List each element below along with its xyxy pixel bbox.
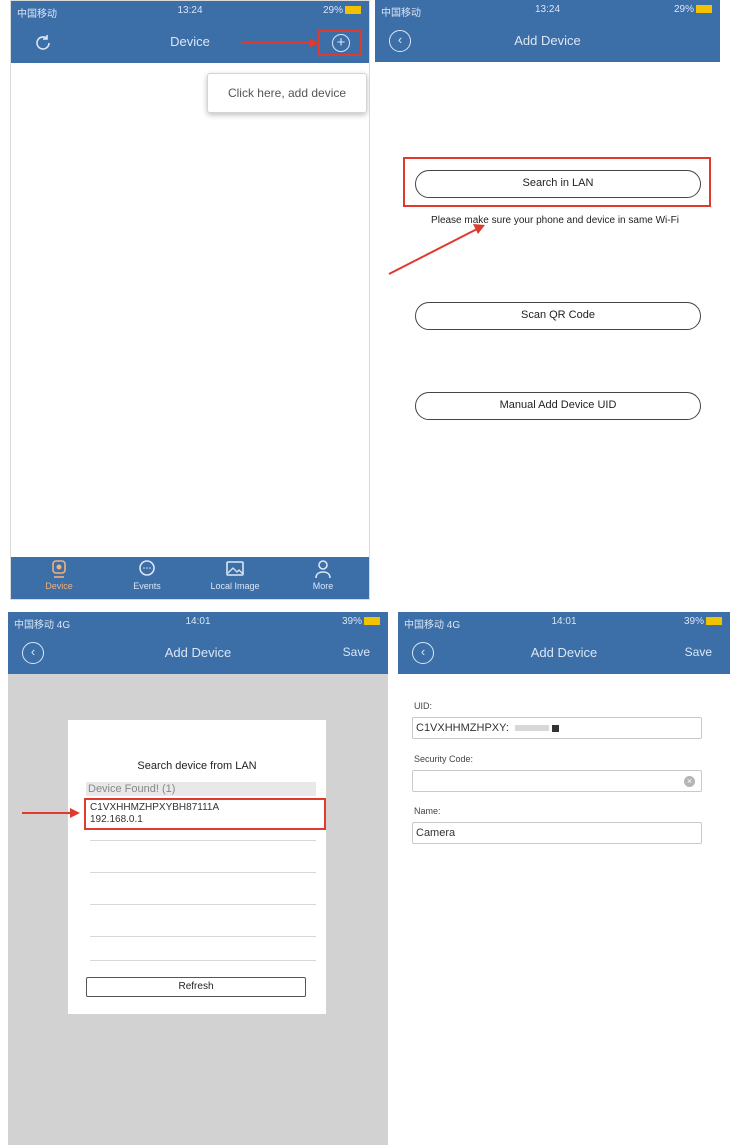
uid-value: C1VXHHMZHPXY: (416, 722, 509, 734)
add-device-highlight[interactable]: + (318, 30, 362, 56)
found-header: Device Found! (1) (86, 782, 316, 796)
battery-percent: 39% (683, 616, 704, 627)
security-code-field[interactable]: × (412, 770, 702, 792)
status-bar: 中国移动 4G 14:01 39% (8, 612, 388, 632)
lan-search-screen: 中国移动 4G 14:01 39% ‹ Add Device Save Sear… (8, 612, 388, 1145)
message-icon (139, 560, 155, 576)
list-divider (90, 840, 316, 841)
person-icon (315, 560, 331, 579)
manual-uid-button[interactable]: Manual Add Device UID (415, 392, 701, 420)
redacted-mark (551, 724, 559, 732)
nav-bar: ‹ Add Device (375, 20, 720, 62)
tab-more[interactable]: More (283, 559, 363, 591)
page-title: Add Device (514, 33, 581, 48)
battery-percent: 39% (341, 616, 362, 627)
battery-icon (345, 6, 361, 14)
tab-events[interactable]: Events (107, 559, 187, 591)
battery-icon (364, 617, 380, 625)
battery-indicator: 39% (684, 616, 722, 627)
clock-label: 13:24 (177, 5, 203, 16)
page-title: Add Device (164, 645, 232, 660)
clock-label: 13:24 (534, 4, 561, 15)
list-divider (90, 936, 316, 937)
tab-local-image[interactable]: Local Image (195, 559, 275, 591)
battery-percent: 29% (673, 4, 694, 15)
redacted-mark (514, 725, 549, 732)
image-icon (226, 561, 244, 576)
status-bar: 中国移动 13:24 29% (375, 0, 720, 20)
add-device-options-screen: 中国移动 13:24 29% ‹ Add Device Search in LA… (375, 0, 720, 585)
device-list-screen: 中国移动 13:24 29% Device + Click here, add … (10, 0, 370, 600)
search-lan-button[interactable]: Search in LAN (415, 170, 701, 198)
name-field[interactable]: Camera (412, 822, 702, 844)
add-icon[interactable]: + (332, 34, 350, 52)
battery-percent: 29% (322, 5, 343, 16)
nav-bar: ‹ Add Device Save (398, 632, 730, 674)
device-uid: C1VXHHMZHPXYBH87111A (90, 802, 220, 813)
tab-events-label: Events (133, 581, 161, 591)
tab-device[interactable]: Device (19, 559, 99, 591)
uid-field[interactable]: C1VXHHMZHPXY: (412, 717, 702, 739)
nav-bar: ‹ Add Device Save (8, 632, 388, 674)
tab-local-image-label: Local Image (210, 581, 260, 591)
save-button[interactable]: Save (343, 645, 370, 659)
battery-indicator: 29% (323, 5, 361, 16)
battery-indicator: 39% (342, 616, 380, 627)
tab-device-label: Device (45, 581, 73, 591)
security-code-label: Security Code: (414, 754, 474, 764)
red-arrow-icon (22, 808, 80, 818)
dialog-title: Search device from LAN (137, 760, 257, 772)
list-divider (90, 960, 316, 961)
status-bar: 中国移动 4G 14:01 39% (398, 612, 730, 632)
camera-icon (52, 560, 66, 578)
list-divider (90, 904, 316, 905)
battery-icon (706, 617, 722, 625)
name-label: Name: (414, 806, 441, 816)
page-title: Add Device (530, 645, 598, 660)
uid-label: UID: (414, 701, 432, 711)
battery-icon (696, 5, 712, 13)
tab-more-label: More (312, 581, 334, 591)
red-arrow-icon (388, 224, 485, 275)
battery-indicator: 29% (674, 4, 712, 15)
refresh-button[interactable]: Refresh (86, 977, 306, 997)
device-ip: 192.168.0.1 (90, 814, 143, 825)
lan-search-dialog: Search device from LAN Device Found! (1)… (68, 720, 326, 1014)
clock-label: 14:01 (551, 616, 577, 627)
add-device-tooltip: Click here, add device (207, 73, 367, 113)
clock-label: 14:01 (185, 616, 211, 627)
clear-icon[interactable]: × (684, 776, 695, 787)
device-form-screen: 中国移动 4G 14:01 39% ‹ Add Device Save UID:… (398, 612, 730, 1145)
save-button[interactable]: Save (685, 645, 712, 659)
scan-qr-button[interactable]: Scan QR Code (415, 302, 701, 330)
list-divider (90, 872, 316, 873)
found-device-item[interactable]: C1VXHHMZHPXYBH87111A 192.168.0.1 (84, 798, 326, 830)
status-bar: 中国移动 13:24 29% (11, 1, 369, 21)
tab-bar: Device Events Local Image More (11, 557, 369, 599)
red-arrow-icon (241, 38, 319, 48)
